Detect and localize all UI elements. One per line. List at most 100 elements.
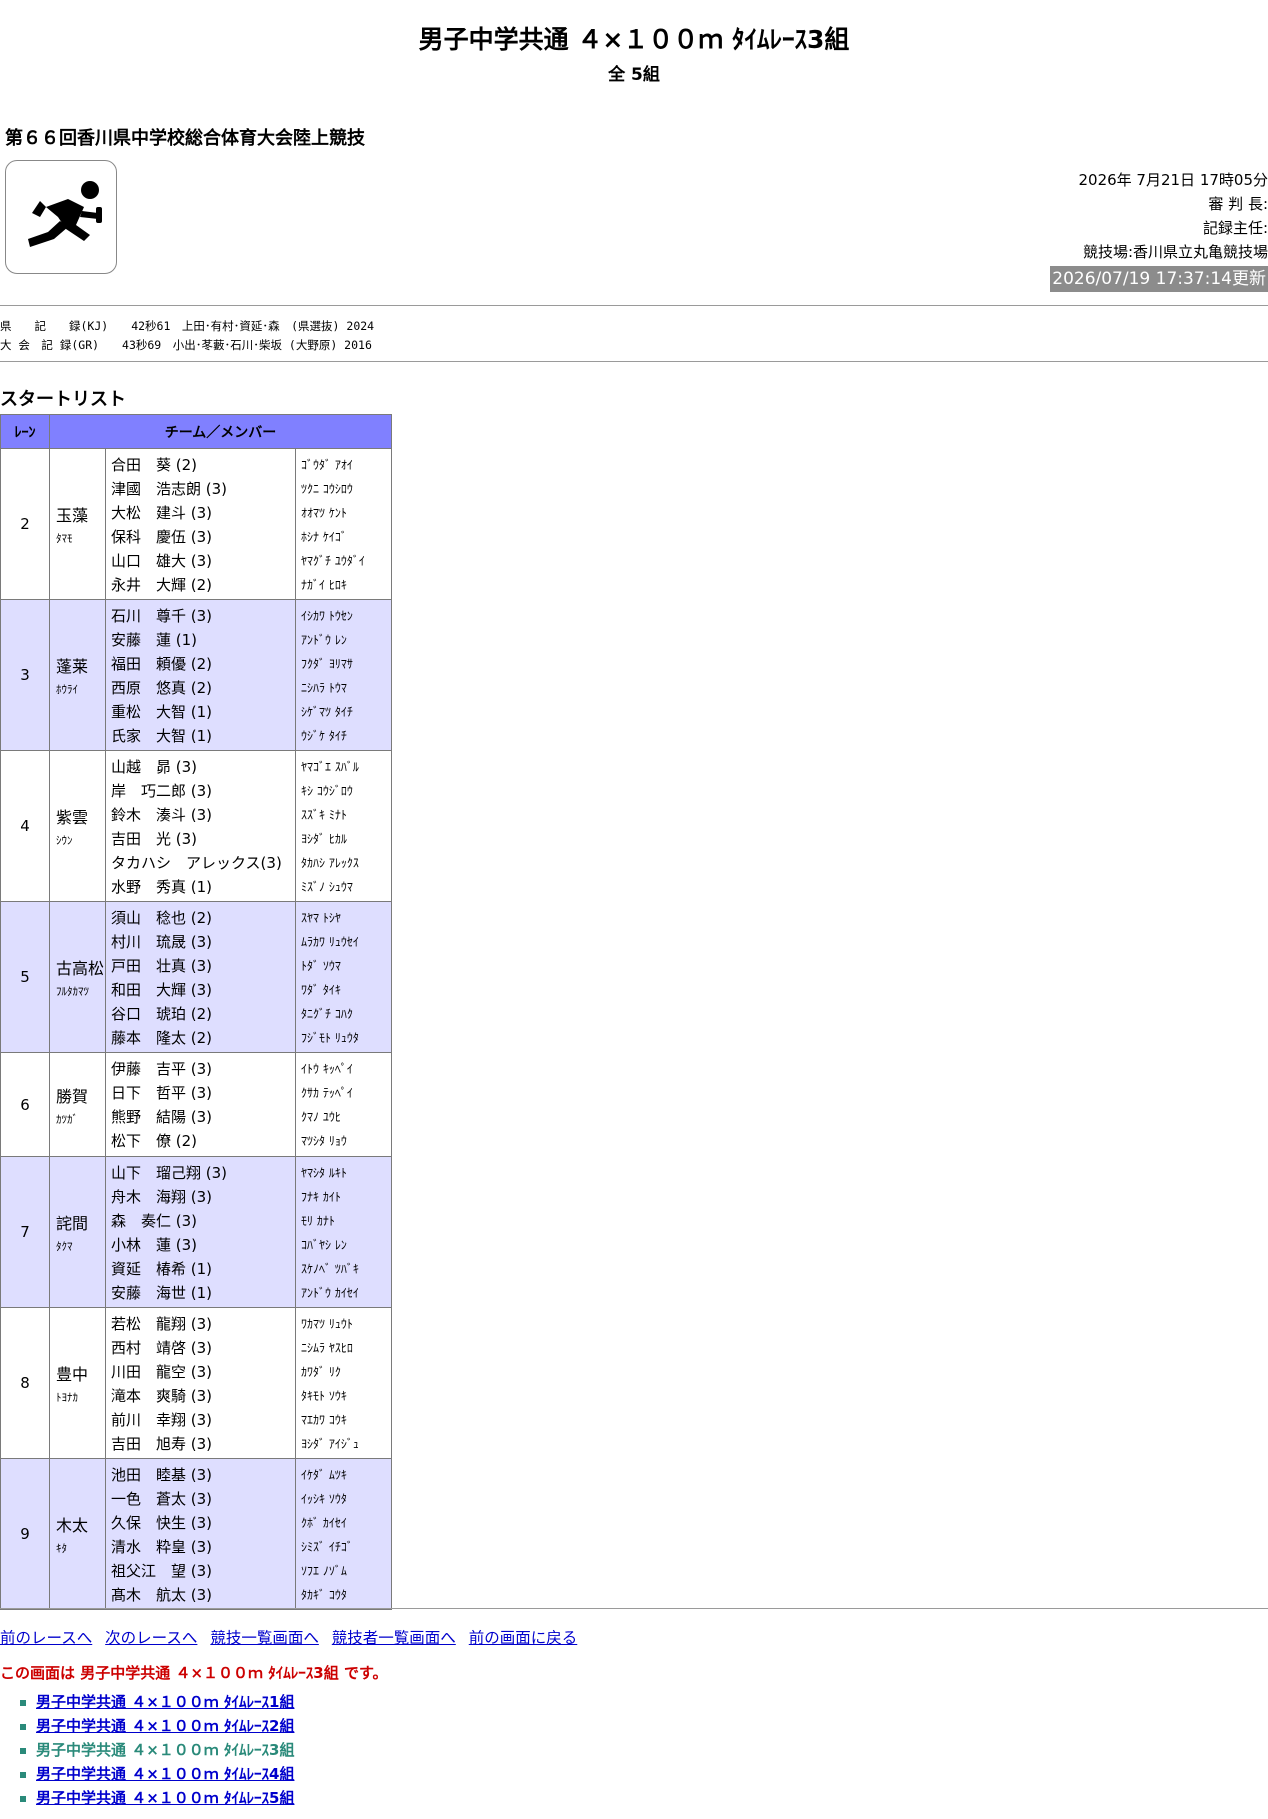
member-names: 伊藤 吉平 (3) 日下 哲平 (3) 熊野 結陽 (3) 松下 僚 (2) (105, 1052, 296, 1157)
current-race-notice: この画面は 男子中学共通 ４×１００ｍ ﾀｲﾑﾚｰｽ3組 です。 (0, 1662, 387, 1683)
team-name: 木太 (56, 1516, 89, 1535)
team-cell: 蓬莱 ﾎｳﾗｲ (49, 599, 106, 751)
race-link[interactable]: 男子中学共通 ４×１００ｍ ﾀｲﾑﾚｰｽ5組 (36, 1789, 294, 1807)
prev-race-link[interactable]: 前のレースへ (0, 1629, 92, 1647)
team-cell: 詫間 ﾀｸﾏ (49, 1156, 106, 1308)
page-title: 男子中学共通 ４×１００ｍ ﾀｲﾑﾚｰｽ3組 (418, 25, 850, 54)
member-kana: ｲﾄｳ ｷｯﾍﾟｲ (301, 1062, 353, 1076)
team-kana: ｼｳﾝ (56, 834, 73, 847)
lane-number: 5 (0, 901, 50, 1053)
member-name: 吉田 旭寿 (3) (111, 1435, 213, 1453)
member-name: 福田 頼優 (2) (111, 655, 213, 673)
member-kana: ﾐｽﾞﾉ ｼｭｳﾏ (301, 880, 353, 894)
member-name: 山下 瑠己翔 (3) (111, 1164, 228, 1182)
member-name: 舟木 海翔 (3) (111, 1188, 213, 1206)
member-kanas: ﾔﾏｺﾞｴ ｽﾊﾞﾙ ｷｼ ｺｳｼﾞﾛｳ ｽｽﾞｷ ﾐﾅﾄ ﾖｼﾀﾞ ﾋｶﾙ ﾀｶﾊｼ … (295, 750, 392, 902)
team-kana: ﾄﾖﾅｶ (56, 1391, 78, 1404)
table-row: 2 玉藻 ﾀﾏﾓ 合田 葵 (2) 津國 浩志朗 (3) 大松 建斗 (3) 保科 慶伍 (… (0, 448, 392, 600)
member-kana: ｼﾐｽﾞ ｲﾁｺﾞ (301, 1540, 353, 1554)
member-kana: ｽﾔﾏ ﾄｼﾔ (301, 911, 341, 925)
recorder-label: 記録主任: (1202, 219, 1268, 237)
square-bullet-icon (20, 1771, 26, 1778)
race-link-item: 男子中学共通 ４×１００ｍ ﾀｲﾑﾚｰｽ3組 (20, 1738, 294, 1762)
race-link[interactable]: 男子中学共通 ４×１００ｍ ﾀｲﾑﾚｰｽ3組 (36, 1741, 294, 1759)
member-kana: ｽｽﾞｷ ﾐﾅﾄ (301, 808, 347, 822)
startlist-table: ﾚｰﾝ チーム／メンバー 2 玉藻 ﾀﾏﾓ 合田 葵 (2) 津國 浩志朗 (3) 大松 … (0, 414, 392, 1610)
member-name: 永井 大輝 (2) (111, 576, 213, 594)
member-kana: ﾆｼﾑﾗ ﾔｽﾋﾛ (301, 1341, 353, 1355)
divider (0, 1608, 1268, 1609)
race-link[interactable]: 男子中学共通 ４×１００ｍ ﾀｲﾑﾚｰｽ4組 (36, 1765, 294, 1783)
team-kana: ﾀﾏﾓ (56, 532, 73, 545)
member-names: 池田 睦基 (3) 一色 蒼太 (3) 久保 快生 (3) 清水 粋皇 (3) 祖父江 … (105, 1458, 296, 1610)
member-name: 滝本 爽騎 (3) (111, 1387, 213, 1405)
table-row: 5 古高松 ﾌﾙﾀｶﾏﾂ 須山 稔也 (2) 村川 琉晟 (3) 戸田 壮真 (3) 和田 … (0, 901, 392, 1053)
member-kana: ﾔﾏｺﾞｴ ｽﾊﾞﾙ (301, 760, 359, 774)
member-kana: ﾖｼﾀﾞ ﾋｶﾙ (301, 832, 347, 846)
member-kana: ｸﾎﾞ ｶｲｾｲ (301, 1516, 347, 1530)
team-cell: 紫雲 ｼｳﾝ (49, 750, 106, 902)
member-name: 水野 秀真 (1) (111, 878, 213, 896)
meet-datetime: 2026年 7月21日 17時05分 (1078, 171, 1268, 189)
prefecture-record: 県 記 録(KJ) 42秒61 上田･有村･資延･森 (県選抜) 2024 (0, 319, 375, 333)
member-name: 日下 哲平 (3) (111, 1084, 213, 1102)
square-bullet-icon (20, 1795, 26, 1802)
member-names: 合田 葵 (2) 津國 浩志朗 (3) 大松 建斗 (3) 保科 慶伍 (3) 山口 雄… (105, 448, 296, 600)
member-names: 山下 瑠己翔 (3) 舟木 海翔 (3) 森 奏仁 (3) 小林 蓮 (3) 資延 椿希… (105, 1156, 296, 1308)
square-bullet-icon (20, 1699, 26, 1706)
member-name: 松下 僚 (2) (111, 1132, 198, 1150)
member-kana: ｶﾜﾀﾞ ﾘｸ (301, 1365, 341, 1379)
meet-name: 第６６回香川県中学校総合体育大会陸上競技 (5, 128, 365, 149)
member-name: 西原 悠真 (2) (111, 679, 213, 697)
race-link[interactable]: 男子中学共通 ４×１００ｍ ﾀｲﾑﾚｰｽ1組 (36, 1693, 294, 1711)
member-kana: ｿﾌｴ ﾉｿﾞﾑ (301, 1564, 347, 1578)
member-name: 谷口 琥珀 (2) (111, 1005, 213, 1023)
team-kana: ﾎｳﾗｲ (56, 683, 78, 696)
venue: 競技場:香川県立丸亀競技場 (1082, 243, 1268, 261)
race-link-item: 男子中学共通 ４×１００ｍ ﾀｲﾑﾚｰｽ1組 (20, 1690, 294, 1714)
event-list-link[interactable]: 競技一覧画面へ (210, 1629, 319, 1647)
back-link[interactable]: 前の画面に戻る (469, 1629, 578, 1647)
startlist-heading: スタートリスト (0, 389, 126, 410)
member-name: 岸 巧二郎 (3) (111, 782, 213, 800)
member-names: 須山 稔也 (2) 村川 琉晟 (3) 戸田 壮真 (3) 和田 大輝 (3) 谷口 琥… (105, 901, 296, 1053)
square-bullet-icon (20, 1723, 26, 1730)
member-kana: ｳｼﾞｹ ﾀｲﾁ (301, 729, 347, 743)
member-kanas: ｲﾄｳ ｷｯﾍﾟｲ ｸｻｶ ﾃｯﾍﾟｲ ｸﾏﾉ ﾕｳﾋ ﾏﾂｼﾀ ﾘｮｳ (295, 1052, 392, 1157)
member-kana: ﾂｸﾆ ｺｳｼﾛｳ (301, 482, 353, 496)
member-kana: ｲｯｼｷ ｿｳﾀ (301, 1492, 347, 1506)
member-names: 若松 龍翔 (3) 西村 靖啓 (3) 川田 龍空 (3) 滝本 爽騎 (3) 前川 幸… (105, 1307, 296, 1459)
member-kana: ﾖｼﾀﾞ ｱｲｼﾞｭ (301, 1437, 359, 1451)
member-kana: ﾔﾏｸﾞﾁ ﾕｳﾀﾞｲ (301, 554, 365, 568)
race-link[interactable]: 男子中学共通 ４×１００ｍ ﾀｲﾑﾚｰｽ2組 (36, 1717, 294, 1735)
athlete-list-link[interactable]: 競技者一覧画面へ (332, 1629, 456, 1647)
member-name: 戸田 壮真 (3) (111, 957, 213, 975)
table-row: 7 詫間 ﾀｸﾏ 山下 瑠己翔 (3) 舟木 海翔 (3) 森 奏仁 (3) 小林 蓮 (3… (0, 1156, 392, 1308)
lane-number: 4 (0, 750, 50, 902)
member-name: 吉田 光 (3) (111, 830, 198, 848)
table-row: 8 豊中 ﾄﾖﾅｶ 若松 龍翔 (3) 西村 靖啓 (3) 川田 龍空 (3) 滝本 爽騎 … (0, 1307, 392, 1459)
member-kanas: ｲｼｶﾜ ﾄｳｾﾝ ｱﾝﾄﾞｳ ﾚﾝ ﾌｸﾀﾞ ﾖﾘﾏｻ ﾆｼﾊﾗ ﾄｳﾏ ｼｹﾞﾏﾂ … (295, 599, 392, 751)
member-kana: ﾀｶｷﾞ ｺｳﾀ (301, 1588, 347, 1602)
member-kana: ﾀｶﾊｼ ｱﾚｯｸｽ (301, 856, 359, 870)
team-kana: ﾀｸﾏ (56, 1240, 73, 1253)
member-name: 須山 稔也 (2) (111, 909, 213, 927)
current-suffix: です。 (343, 1664, 388, 1682)
member-name: 藤本 隆太 (2) (111, 1029, 213, 1047)
divider (0, 361, 1268, 362)
team-cell: 古高松 ﾌﾙﾀｶﾏﾂ (49, 901, 106, 1053)
table-row: 6 勝賀 ｶﾂｶﾞ 伊藤 吉平 (3) 日下 哲平 (3) 熊野 結陽 (3) 松下 僚 (… (0, 1052, 392, 1157)
member-kana: ｱﾝﾄﾞｳ ｶｲｾｲ (301, 1286, 359, 1300)
member-name: 大松 建斗 (3) (111, 504, 213, 522)
member-name: 小林 蓮 (3) (111, 1236, 198, 1254)
team-name: 豊中 (56, 1365, 89, 1384)
next-race-link[interactable]: 次のレースへ (105, 1629, 197, 1647)
member-kana: ﾌｼﾞﾓﾄ ﾘｭｳﾀ (301, 1031, 359, 1045)
meet-meta: 2026年 7月21日 17時05分 審 判 長: 記録主任: 競技場:香川県立… (1050, 168, 1268, 292)
current-race-name: 男子中学共通 ４×１００ｍ ﾀｲﾑﾚｰｽ3組 (80, 1664, 339, 1682)
member-kana: ｸｻｶ ﾃｯﾍﾟｲ (301, 1086, 353, 1100)
member-kana: ｲｼｶﾜ ﾄｳｾﾝ (301, 609, 353, 623)
member-name: タカハシ アレックス(3) (111, 854, 282, 872)
member-kana: ｺﾞｳﾀﾞ ｱｵｲ (301, 458, 353, 472)
member-kana: ﾜﾀﾞ ﾀｲｷ (301, 983, 341, 997)
